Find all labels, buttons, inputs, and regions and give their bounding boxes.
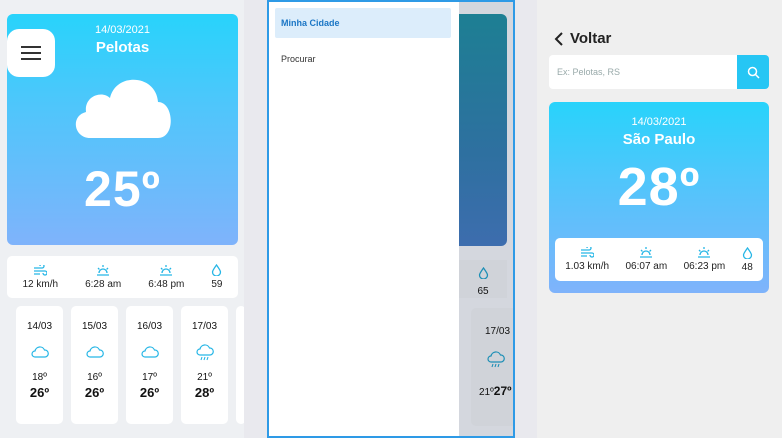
weather-date: 14/03/2021	[631, 116, 687, 128]
home-screen: 14/03/2021 Pelotas 25º 12 km/h 6:28 am 6…	[0, 0, 244, 438]
stat-humidity: 48	[741, 246, 753, 273]
forecast-day: 14/03 18º 26º	[16, 306, 63, 424]
forecast-date: 16/03	[136, 321, 163, 332]
humidity-icon	[212, 264, 222, 276]
drawer-item-minha-cidade[interactable]: Minha Cidade	[275, 8, 451, 38]
drawer-item-procurar[interactable]: Procurar	[275, 44, 451, 74]
search-input[interactable]	[549, 55, 737, 89]
stat-sunrise-value: 6:28 am	[85, 278, 122, 290]
background-forecast-max: 27º	[493, 384, 512, 398]
forecast-max: 26º	[139, 385, 160, 400]
forecast-date: 14/03	[26, 321, 53, 332]
wind-icon	[581, 247, 595, 258]
sunset-icon	[698, 247, 711, 258]
back-button[interactable]: Voltar	[554, 30, 611, 47]
rain-cloud-icon	[181, 344, 228, 366]
wind-icon	[34, 264, 48, 276]
city-name: São Paulo	[622, 131, 696, 148]
stat-sunset-value: 6:48 pm	[148, 278, 185, 290]
menu-button[interactable]	[7, 29, 55, 77]
forecast-min: 21º	[197, 372, 212, 383]
humidity-icon	[478, 266, 488, 280]
forecast-min: 17º	[142, 372, 157, 383]
stat-humidity-value: 48	[741, 261, 753, 273]
stat-wind: 12 km/h	[22, 264, 59, 290]
rain-cloud-icon	[471, 351, 513, 374]
back-label: Voltar	[570, 30, 612, 47]
current-temperature: 28º	[617, 157, 701, 217]
stat-wind-value: 1.03 km/h	[565, 261, 610, 272]
humidity-icon	[742, 246, 752, 259]
forecast-max: 26º	[84, 385, 105, 400]
weather-card: 14/03/2021 São Paulo 28º 1.03 km/h 06:07…	[549, 102, 769, 293]
search-screen: Voltar 14/03/2021 São Paulo 28º 1.03 km/…	[537, 0, 782, 438]
stat-sunrise: 6:28 am	[85, 264, 122, 290]
background-forecast-date: 17/03	[485, 326, 511, 337]
forecast-date: 17/03	[191, 321, 218, 332]
forecast-min: 18º	[32, 372, 47, 383]
sunrise-icon	[97, 264, 110, 276]
navigation-drawer: Minha Cidade Procurar	[269, 2, 459, 436]
forecast-day: 15/03 16º 26º	[71, 306, 118, 424]
stat-humidity: 59	[211, 264, 222, 290]
forecast-max: 26º	[29, 385, 50, 400]
cloud-icon	[16, 344, 63, 366]
cloud-icon	[71, 344, 118, 366]
forecast-day-partial	[236, 306, 244, 424]
sunset-icon	[160, 264, 173, 276]
forecast-max: 28º	[194, 385, 215, 400]
background-stats: 65	[459, 260, 507, 298]
background-weather-card	[459, 14, 507, 246]
cloud-icon	[7, 66, 238, 146]
forecast-date: 15/03	[81, 321, 108, 332]
forecast-min: 16º	[87, 372, 102, 383]
stat-sunset: 6:48 pm	[148, 264, 185, 290]
drawer-screen: 65 17/03 21º27º Minha Cidade Procurar	[267, 0, 515, 438]
background-humidity: 65	[477, 286, 489, 297]
stat-sunset-value: 06:23 pm	[683, 261, 726, 272]
forecast-day: 16/03 17º 26º	[126, 306, 173, 424]
weather-stats: 12 km/h 6:28 am 6:48 pm 59	[7, 256, 238, 298]
search-icon	[747, 66, 760, 79]
stat-sunrise: 06:07 am	[625, 247, 667, 272]
stat-humidity-value: 59	[211, 279, 223, 290]
weather-stats: 1.03 km/h 06:07 am 06:23 pm 48	[555, 238, 763, 281]
stat-sunset: 06:23 pm	[683, 247, 726, 272]
forecast-day: 17/03 21º 28º	[181, 306, 228, 424]
background-forecast-day: 17/03 21º27º	[471, 308, 513, 426]
stat-wind-value: 12 km/h	[22, 278, 59, 290]
current-temperature: 25º	[84, 161, 161, 217]
stat-sunrise-value: 06:07 am	[625, 261, 668, 272]
background-forecast-min: 21º	[479, 387, 494, 398]
cloud-icon	[126, 344, 173, 366]
chevron-left-icon	[554, 31, 563, 46]
stat-wind: 1.03 km/h	[565, 247, 609, 272]
sunrise-icon	[640, 247, 653, 258]
search-button[interactable]	[737, 55, 769, 89]
